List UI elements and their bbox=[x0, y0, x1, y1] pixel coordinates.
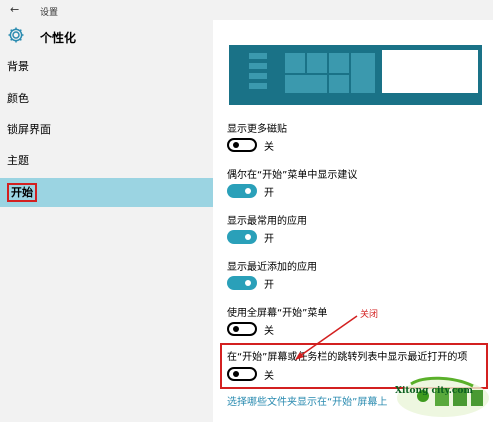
choose-folders-link[interactable]: 选择哪些文件夹显示在“开始”屏幕上 bbox=[227, 393, 387, 408]
sidebar-item-colors[interactable]: 颜色 bbox=[0, 84, 213, 113]
toggle-state-label: 开 bbox=[264, 280, 274, 291]
sidebar-item-start[interactable]: 开始 bbox=[0, 178, 213, 207]
watermark-text: Xitong city.com bbox=[395, 386, 473, 396]
toggle-show-suggestions[interactable] bbox=[227, 184, 257, 198]
settings-panel: 显示更多磁贴 关 偶尔在“开始”菜单中显示建议 开 显示最常用的应用 开 显示最… bbox=[213, 20, 493, 422]
sidebar-item-label: 主题 bbox=[7, 154, 29, 167]
sidebar-item-label: 锁屏界面 bbox=[7, 123, 51, 136]
page-title: 个性化 bbox=[40, 31, 77, 45]
toggle-state-label: 开 bbox=[264, 188, 274, 199]
sidebar-item-themes[interactable]: 主题 bbox=[0, 146, 213, 175]
sidebar: 个性化 背景 颜色 锁屏界面 主题 开始 bbox=[0, 20, 213, 422]
title-bar: ← 设置 bbox=[0, 0, 493, 20]
setting-label-show-more-tiles: 显示更多磁贴 bbox=[227, 124, 287, 135]
toggle-recently-added-apps[interactable] bbox=[227, 276, 257, 290]
toggle-state-label: 关 bbox=[264, 326, 274, 337]
setting-label-full-screen-start: 使用全屏幕“开始”菜单 bbox=[227, 308, 328, 319]
back-arrow-icon[interactable]: ← bbox=[10, 3, 19, 16]
toggle-state-label: 关 bbox=[264, 371, 274, 382]
toggle-show-more-tiles[interactable] bbox=[227, 138, 257, 152]
toggle-full-screen-start[interactable] bbox=[227, 322, 257, 336]
toggle-recent-items-jump-lists[interactable] bbox=[227, 367, 257, 381]
setting-label-show-suggestions: 偶尔在“开始”菜单中显示建议 bbox=[227, 170, 358, 181]
setting-label-recently-added-apps: 显示最近添加的应用 bbox=[227, 262, 317, 273]
toggle-most-used-apps[interactable] bbox=[227, 230, 257, 244]
toggle-state-label: 关 bbox=[264, 142, 274, 153]
window-title: 设置 bbox=[40, 8, 59, 18]
watermark-logo-icon bbox=[397, 376, 489, 417]
sidebar-item-label: 颜色 bbox=[7, 92, 29, 105]
setting-label-most-used-apps: 显示最常用的应用 bbox=[227, 216, 307, 227]
sidebar-item-background[interactable]: 背景 bbox=[0, 52, 213, 81]
page-header: 个性化 bbox=[0, 20, 213, 52]
sidebar-item-lock-screen[interactable]: 锁屏界面 bbox=[0, 115, 213, 144]
sidebar-item-label: 开始 bbox=[7, 183, 37, 202]
setting-label-recent-items-jump-lists: 在“开始”屏幕或任务栏的跳转列表中显示最近打开的项 bbox=[227, 352, 468, 363]
site-watermark: Xitong city.com bbox=[393, 372, 493, 422]
start-preview-image bbox=[229, 45, 482, 105]
toggle-state-label: 开 bbox=[264, 234, 274, 245]
gear-icon bbox=[8, 27, 24, 43]
annotation-label: 关闭 bbox=[360, 310, 379, 320]
sidebar-item-label: 背景 bbox=[7, 60, 29, 73]
